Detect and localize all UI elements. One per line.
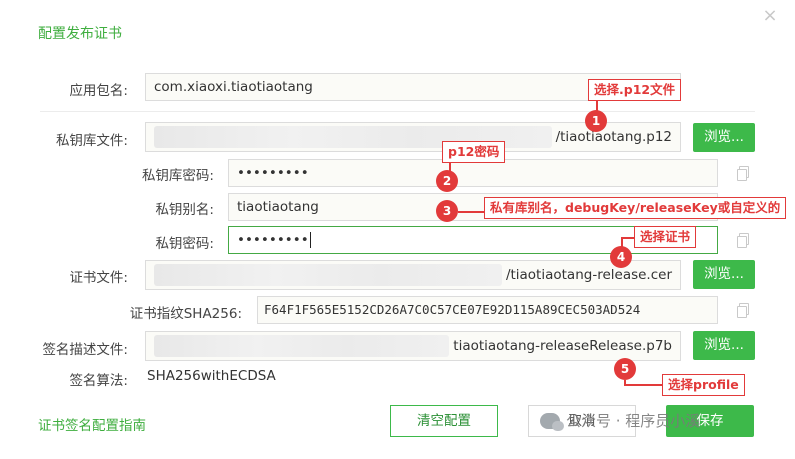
config-guide-link[interactable]: 证书签名配置指南 <box>38 414 146 434</box>
annotation-badge-3: 3 <box>436 200 458 222</box>
annotation-label-2: p12密码 <box>442 141 506 163</box>
wechat-icon <box>540 412 564 431</box>
keystore-password-input[interactable]: ••••••••• <box>228 159 718 187</box>
key-password-value: ••••••••• <box>237 232 309 248</box>
algo-label: 签名算法: <box>69 373 128 389</box>
annotation-label-4: 选择证书 <box>634 226 697 248</box>
annotation-badge-1: 1 <box>585 110 607 132</box>
annotation-badge-4: 4 <box>610 246 632 268</box>
copy-icon[interactable] <box>737 166 749 181</box>
profile-browse-button[interactable]: 浏览... <box>693 331 755 360</box>
cert-input[interactable]: /tiaotiaotang-release.cer <box>145 260 681 290</box>
cert-browse-button[interactable]: 浏览... <box>693 260 755 289</box>
key-password-label: 私钥密码: <box>155 236 214 252</box>
blurred-path <box>154 335 450 357</box>
cert-label: 证书文件: <box>69 270 128 286</box>
profile-path-text: tiaotiaotang-releaseRelease.p7b <box>453 338 672 354</box>
annotation-connector <box>458 211 484 213</box>
cert-path-text: /tiaotiaotang-release.cer <box>505 267 672 283</box>
annotation-badge-5: 5 <box>614 358 636 380</box>
keystore-path-text: /tiaotiaotang.p12 <box>555 129 672 145</box>
close-icon[interactable]: × <box>760 6 780 26</box>
dialog-title: 配置发布证书 <box>38 26 122 42</box>
copy-icon[interactable] <box>737 303 749 318</box>
annotation-label-5: 选择profile <box>662 374 745 396</box>
fingerprint-field[interactable]: F64F1F565E5152CD26A7C0C57CE07E92D115A89C… <box>257 296 718 324</box>
clear-config-button[interactable]: 清空配置 <box>390 405 498 437</box>
copy-icon[interactable] <box>737 233 749 248</box>
keystore-browse-button[interactable]: 浏览... <box>693 123 755 152</box>
keystore-label: 私钥库文件: <box>55 133 128 149</box>
annotation-connector <box>624 384 662 386</box>
algo-value: SHA256withECDSA <box>147 368 276 384</box>
fingerprint-label: 证书指纹SHA256: <box>129 306 242 322</box>
profile-input[interactable]: tiaotiaotang-releaseRelease.p7b <box>145 331 681 361</box>
text-cursor <box>309 232 311 248</box>
watermark: 公众号 · 程序员小溪 <box>540 410 700 431</box>
annotation-label-3: 私有库别名，debugKey/releaseKey或自定义的 <box>484 197 787 219</box>
divider <box>40 111 755 112</box>
annotation-connector <box>622 237 634 239</box>
keystore-password-label: 私钥库密码: <box>141 168 214 184</box>
alias-label: 私钥别名: <box>155 202 214 218</box>
profile-label: 签名描述文件: <box>42 342 128 358</box>
annotation-label-1: 选择.p12文件 <box>588 79 682 101</box>
blurred-path <box>154 264 502 286</box>
watermark-text: 公众号 · 程序员小溪 <box>566 412 701 430</box>
package-label: 应用包名: <box>69 83 128 99</box>
annotation-badge-2: 2 <box>436 170 458 192</box>
